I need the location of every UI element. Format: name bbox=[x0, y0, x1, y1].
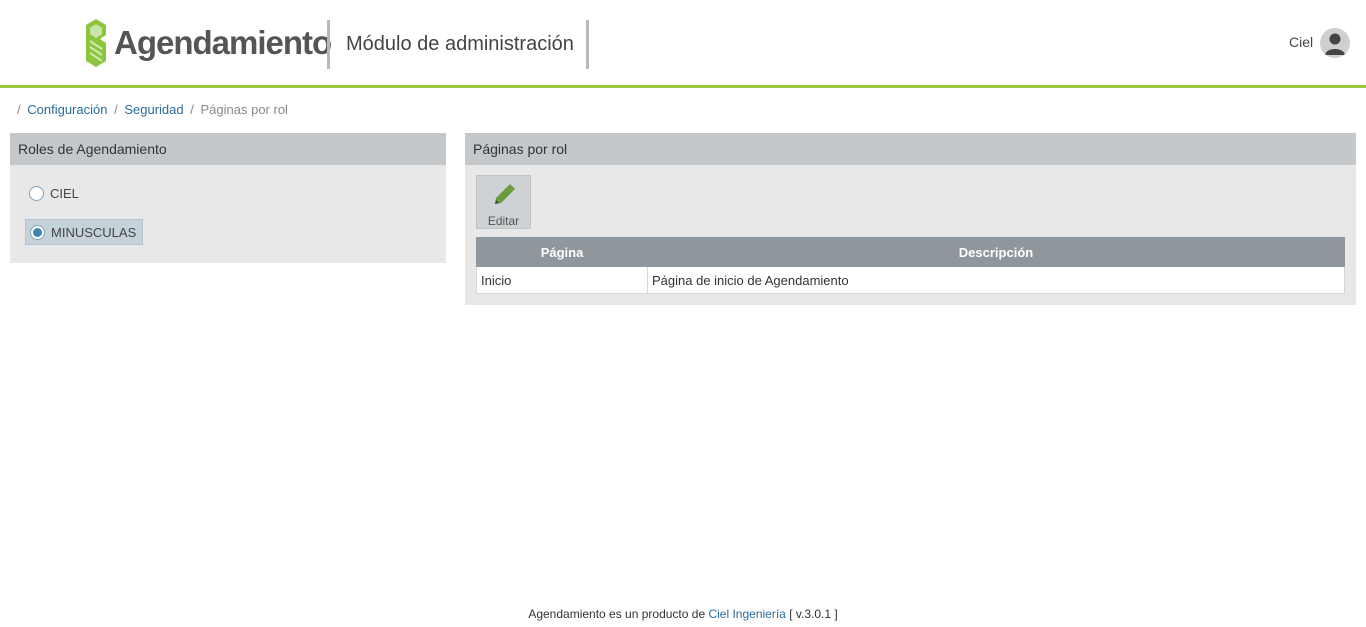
pages-panel: Páginas por rol Editar Página Descripció… bbox=[465, 133, 1356, 305]
pages-panel-title: Páginas por rol bbox=[465, 133, 1356, 165]
module-title: Módulo de administración bbox=[346, 33, 574, 55]
table-row[interactable]: Inicio Página de inicio de Agendamiento bbox=[476, 266, 1345, 294]
logo-text: Agendamiento bbox=[114, 24, 332, 61]
footer: Agendamiento es un producto de Ciel Inge… bbox=[0, 607, 1366, 621]
header-divider bbox=[327, 20, 330, 69]
header-divider bbox=[586, 20, 589, 69]
table-cell-descripcion[interactable]: Página de inicio de Agendamiento bbox=[647, 266, 1345, 294]
table-header-row: Página Descripción bbox=[476, 237, 1345, 267]
breadcrumb-separator: / bbox=[17, 102, 21, 117]
radio-unchecked-icon[interactable] bbox=[29, 185, 44, 201]
radio-checked-icon[interactable] bbox=[30, 224, 45, 240]
app-logo[interactable]: Agendamiento bbox=[82, 18, 332, 68]
breadcrumb-separator: / bbox=[114, 102, 118, 117]
pages-table: Página Descripción Inicio Página de inic… bbox=[476, 237, 1345, 294]
roles-panel-title: Roles de Agendamiento bbox=[10, 133, 446, 165]
footer-company-link[interactable]: Ciel Ingeniería bbox=[708, 607, 785, 621]
column-header-pagina[interactable]: Página bbox=[476, 237, 648, 267]
breadcrumb-link-seguridad[interactable]: Seguridad bbox=[124, 102, 183, 117]
user-name[interactable]: Ciel bbox=[1289, 34, 1313, 50]
roles-panel: Roles de Agendamiento CIEL MINUSCULAS bbox=[10, 133, 446, 263]
footer-version: [ v.3.0.1 ] bbox=[789, 607, 838, 621]
role-label: MINUSCULAS bbox=[51, 224, 137, 240]
breadcrumb-separator: / bbox=[190, 102, 194, 117]
user-avatar-icon[interactable] bbox=[1320, 28, 1350, 58]
breadcrumb-current: Páginas por rol bbox=[200, 102, 288, 117]
column-header-descripcion[interactable]: Descripción bbox=[647, 237, 1345, 267]
edit-button-label: Editar bbox=[487, 214, 520, 228]
table-cell-pagina[interactable]: Inicio bbox=[476, 266, 648, 294]
breadcrumb: / Configuración / Seguridad / Páginas po… bbox=[14, 102, 288, 117]
role-option-minusculas[interactable]: MINUSCULAS bbox=[25, 219, 144, 245]
breadcrumb-link-configuracion[interactable]: Configuración bbox=[27, 102, 107, 117]
logo-mark-icon bbox=[86, 19, 106, 67]
pencil-icon bbox=[494, 184, 515, 204]
footer-text: Agendamiento es un producto de bbox=[528, 607, 706, 621]
role-option-ciel[interactable]: CIEL bbox=[25, 180, 85, 206]
app-header: Agendamiento Módulo de administración Ci… bbox=[0, 0, 1366, 88]
role-label: CIEL bbox=[50, 185, 79, 201]
edit-button[interactable]: Editar bbox=[476, 175, 531, 229]
